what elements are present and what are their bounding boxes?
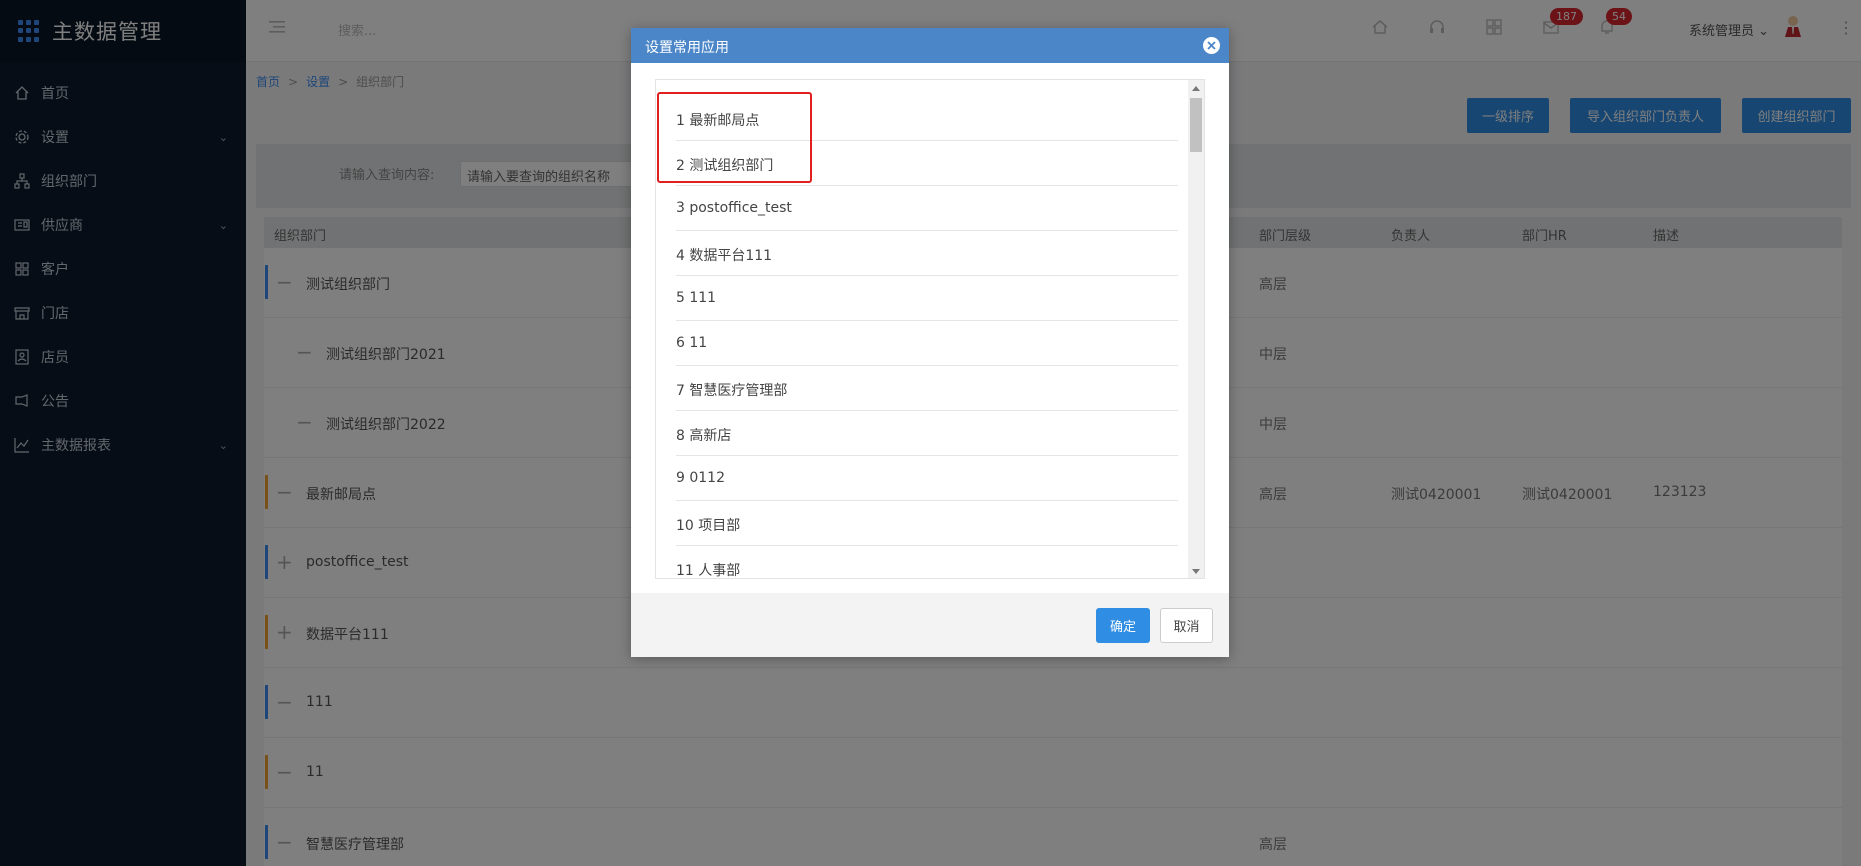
app-list-item[interactable]: 11 人事部	[676, 546, 1178, 578]
dialog-footer: 确定 取消	[631, 593, 1229, 657]
cancel-button[interactable]: 取消	[1160, 608, 1213, 643]
close-icon[interactable]	[1203, 37, 1220, 54]
app-list-item[interactable]: 7 智慧医疗管理部	[676, 366, 1178, 411]
scrollbar[interactable]	[1188, 80, 1204, 578]
dialog-title: 设置常用应用	[645, 40, 729, 56]
common-apps-dialog: 设置常用应用 1 最新邮局点 2 测试组织部门 3 postoffice_test 4…	[631, 28, 1229, 657]
app-list-item[interactable]: 3 postoffice_test	[676, 186, 1178, 231]
app-list-item[interactable]: 10 项目部	[676, 501, 1178, 546]
scrollbar-thumb[interactable]	[1190, 98, 1202, 152]
highlight-annotation	[657, 92, 812, 183]
confirm-button[interactable]: 确定	[1096, 608, 1150, 643]
app-list-item[interactable]: 6 11	[676, 321, 1178, 366]
app-list-item[interactable]: 5 111	[676, 276, 1178, 321]
app-list-item[interactable]: 8 高新店	[676, 411, 1178, 456]
scroll-up-icon[interactable]	[1192, 86, 1200, 91]
app-list-item[interactable]: 9 0112	[676, 456, 1178, 501]
scroll-down-icon[interactable]	[1192, 569, 1200, 574]
app-list-item[interactable]: 4 数据平台111	[676, 231, 1178, 276]
dialog-header: 设置常用应用	[631, 28, 1229, 63]
